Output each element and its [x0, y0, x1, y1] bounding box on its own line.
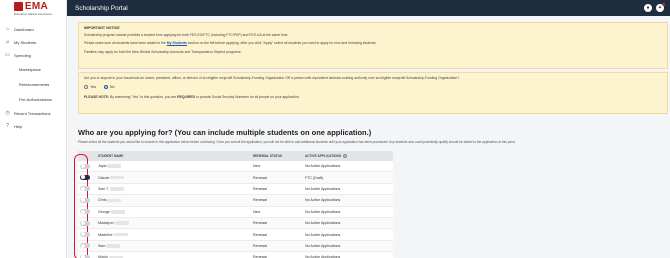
- wallet-icon: ▭: [5, 52, 10, 58]
- help-icon: ?: [6, 123, 9, 129]
- student-name: Madalynn: [98, 221, 114, 226]
- active-applications: No Active Applications: [305, 221, 341, 226]
- student-select-toggle[interactable]: [80, 186, 90, 192]
- applying-subtext: Please select all the students you would…: [78, 140, 516, 144]
- table-row: Moshi Renewal No Active Applications: [78, 252, 393, 258]
- renewal-status: Renewal: [253, 232, 267, 237]
- renewal-status: Renewal: [253, 175, 267, 180]
- logo-mark-icon: [13, 2, 23, 11]
- student-select-toggle[interactable]: [80, 220, 90, 226]
- student-select-toggle[interactable]: [80, 163, 90, 169]
- notification-badge: [662, 3, 665, 6]
- sidebar-item-my-students[interactable]: ☺ My Students: [0, 36, 66, 49]
- page-title: Scholarship Portal: [75, 4, 128, 12]
- renewal-status: Renewal: [253, 186, 267, 191]
- students-table: STUDENT NAME RENEWAL STATUS ACTIVE APPLI…: [78, 151, 393, 258]
- sidebar-item-spending[interactable]: ▭ Spending: [0, 49, 66, 62]
- active-applications: No Active Applications: [305, 243, 341, 248]
- student-select-toggle[interactable]: [80, 243, 90, 249]
- radio-no[interactable]: No: [103, 84, 114, 89]
- redacted-surname: [107, 198, 122, 203]
- renewal-status: Renewal: [253, 198, 267, 203]
- redacted-surname: [107, 164, 122, 168]
- student-name: Claude: [98, 175, 110, 180]
- table-body: Jayla New No Active Applications Claude Rene…: [78, 161, 393, 258]
- users-icon: ☺: [5, 39, 11, 45]
- home-icon: ⌂: [5, 26, 10, 32]
- renewal-status: New: [253, 209, 261, 214]
- sidebar: EMA Education Market Assurance ⌂ Dashboa…: [0, 0, 67, 258]
- redacted-surname: [111, 209, 125, 214]
- sfo-question-panel: Are you or anyone in your household an o…: [78, 72, 668, 114]
- user-avatar-button[interactable]: ●: [644, 4, 652, 12]
- renewal-status: Renewal: [253, 243, 267, 248]
- renewal-status: Renewal: [253, 221, 267, 226]
- student-select-toggle[interactable]: [80, 231, 90, 237]
- notifications-button[interactable]: ✦: [656, 3, 665, 12]
- table-row: George New No Active Applications: [78, 206, 393, 218]
- my-students-link[interactable]: My Students: [167, 41, 187, 45]
- redacted-surname: [114, 221, 129, 225]
- table-header: STUDENT NAME RENEWAL STATUS ACTIVE APPLI…: [78, 151, 393, 161]
- sidebar-item-reimbursements[interactable]: Reimbursements: [0, 77, 66, 92]
- student-name: Jayla: [98, 164, 107, 169]
- table-row: Claude Renewal FTC (Draft): [78, 172, 393, 184]
- active-applications: No Active Applications: [305, 186, 341, 191]
- student-select-toggle[interactable]: [80, 209, 90, 215]
- redacted-surname: [109, 187, 124, 191]
- redacted-surname: [106, 244, 121, 248]
- table-row: Madeline Renewal No Active Applications: [78, 229, 393, 241]
- redacted-surname: [113, 232, 128, 237]
- active-applications: No Active Applications: [305, 209, 341, 214]
- student-name: Madeline: [98, 232, 113, 237]
- clock-icon: ◷: [5, 110, 10, 116]
- active-applications: No Active Applications: [305, 164, 341, 169]
- student-name: Chris: [98, 198, 107, 203]
- radio-yes-circle[interactable]: [84, 84, 88, 89]
- sidebar-item-marketplace[interactable]: Marketplace: [0, 62, 66, 77]
- logo[interactable]: EMA Education Market Assurance: [0, 0, 66, 17]
- sidebar-item-recent-transactions[interactable]: ◷ Recent Transactions: [0, 107, 66, 120]
- active-applications: No Active Applications: [305, 232, 341, 237]
- student-name: Sam: [98, 243, 106, 248]
- sidebar-item-help[interactable]: ? Help: [0, 120, 66, 133]
- radio-no-circle[interactable]: [103, 84, 108, 89]
- user-icon: ●: [646, 5, 650, 11]
- applying-heading: Who are you applying for? (You can inclu…: [78, 128, 372, 137]
- active-applications: FTC (Draft): [305, 175, 324, 180]
- sfo-radio-group: Yes No: [84, 84, 662, 89]
- student-select-toggle[interactable]: [80, 197, 90, 203]
- student-select-toggle[interactable]: [80, 174, 90, 180]
- sidebar-item-dashboard[interactable]: ⌂ Dashboard: [0, 23, 66, 36]
- table-row: Sam Renewal No Active Applications: [78, 240, 393, 253]
- bell-icon: ✦: [657, 5, 663, 11]
- renewal-status: New: [253, 164, 261, 169]
- info-icon[interactable]: i: [342, 154, 347, 158]
- sidebar-nav: ⌂ Dashboard ☺ My Students ▭ Spending Mar…: [0, 23, 66, 133]
- top-header: Scholarship Portal ● ✦: [67, 0, 670, 16]
- sidebar-item-pre-authorizations[interactable]: Pre-Authorizations: [0, 92, 66, 107]
- important-notice: IMPORTANT NOTICE Scholarship program sta…: [78, 22, 668, 69]
- student-name: Sam T: [98, 186, 109, 191]
- table-row: Chris Renewal No Active Applications: [78, 195, 393, 207]
- table-row: Jayla New No Active Applications: [78, 161, 393, 173]
- active-applications: No Active Applications: [305, 198, 341, 203]
- radio-yes[interactable]: Yes: [84, 84, 96, 89]
- table-row: Sam T Renewal No Active Applications: [78, 183, 393, 196]
- redacted-surname: [110, 175, 125, 180]
- table-row: Madalynn Renewal No Active Applications: [78, 217, 393, 230]
- student-name: George: [98, 209, 110, 214]
